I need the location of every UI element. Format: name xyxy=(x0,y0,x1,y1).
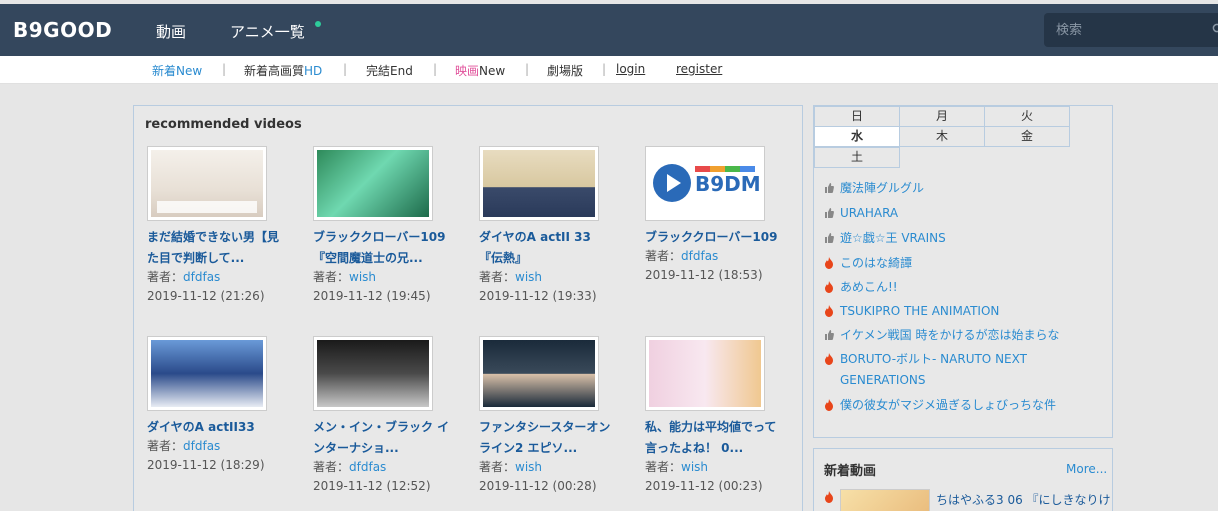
subnav-movie-new[interactable]: 映画New xyxy=(455,62,505,79)
anime-title[interactable]: このはな綺譚 xyxy=(840,253,1090,274)
video-thumbnail[interactable] xyxy=(479,146,599,221)
video-date: 2019-11-12 (00:23) xyxy=(645,479,763,493)
video-title[interactable]: まだ結婚できない男【見た目で判断して... xyxy=(147,227,287,269)
video-date: 2019-11-12 (21:26) xyxy=(147,289,265,303)
recommended-videos-panel: recommended videos まだ結婚できない男【見た目で判断して...… xyxy=(133,105,803,511)
day-tab-sat[interactable]: 土 xyxy=(814,147,900,168)
video-author: 著者：dfdfas xyxy=(147,439,221,453)
search-input[interactable] xyxy=(1044,13,1218,47)
subnav-theatrical[interactable]: 劇場版 xyxy=(547,62,583,79)
new-video-title[interactable]: ちはやふる3 06 『にしきなりけ xyxy=(936,491,1111,508)
thumb-icon xyxy=(825,183,834,193)
fire-icon xyxy=(825,281,833,293)
video-title[interactable]: ダイヤのA actII 33 『伝熱』 xyxy=(479,227,619,269)
anime-list-item[interactable]: イケメン戦国 時をかけるが恋は始まらな xyxy=(824,325,1090,346)
anime-title[interactable]: 遊☆戯☆王 VRAINS xyxy=(840,228,1090,249)
search-icon[interactable] xyxy=(1212,23,1218,35)
anime-list-item[interactable]: 遊☆戯☆王 VRAINS xyxy=(824,228,1090,249)
thumb-icon xyxy=(825,208,834,218)
thumb-icon xyxy=(825,233,834,243)
video-author: 著者：dfdfas xyxy=(147,270,221,284)
video-author: 著者：wish xyxy=(645,460,709,474)
anime-list-item[interactable]: あめこん!! xyxy=(824,277,1090,298)
anime-title[interactable]: URAHARA xyxy=(840,203,1090,224)
anime-title[interactable]: 魔法陣グルグル xyxy=(840,178,1090,199)
anime-list-item[interactable]: このはな綺譚 xyxy=(824,253,1090,274)
video-date: 2019-11-12 (18:53) xyxy=(645,268,763,282)
video-thumbnail[interactable] xyxy=(479,336,599,411)
video-thumbnail[interactable] xyxy=(147,336,267,411)
separator: | xyxy=(433,62,438,76)
video-date: 2019-11-12 (12:52) xyxy=(313,479,431,493)
new-videos-title: 新着動画 xyxy=(824,464,877,479)
site-logo[interactable]: B9GOOD xyxy=(13,18,112,42)
video-title[interactable]: ファンタシースターオンライン2 エピソ... xyxy=(479,417,619,459)
anime-list-item[interactable]: TSUKIPRO THE ANIMATION xyxy=(824,301,1090,322)
top-header: B9GOOD 動画 アニメ一覧 xyxy=(0,4,1218,56)
video-author: 著者：dfdfas xyxy=(645,249,719,263)
register-link[interactable]: register xyxy=(676,62,722,76)
video-title[interactable]: メン・イン・ブラック インターナショ... xyxy=(313,417,453,459)
sub-navigation: 新着New | 新着高画質HD | 完結End | 映画New | 劇場版 | … xyxy=(0,56,1218,84)
weekly-schedule-panel: 日 月 火 水 木 金 土 魔法陣グルグル URAHARA 遊☆戯☆王 VRAINS… xyxy=(813,105,1113,438)
video-title[interactable]: ブラッククローバー109『空間魔道士の兄... xyxy=(313,227,453,269)
video-thumbnail[interactable] xyxy=(313,336,433,411)
anime-title[interactable]: イケメン戦国 時をかけるが恋は始まらな xyxy=(840,325,1090,346)
video-thumbnail[interactable] xyxy=(645,336,765,411)
anime-list-item[interactable]: 魔法陣グルグル xyxy=(824,178,1090,199)
subnav-new-hd[interactable]: 新着高画質HD xyxy=(244,62,322,79)
nav-videos[interactable]: 動画 xyxy=(156,21,186,42)
separator: | xyxy=(602,62,607,76)
anime-title[interactable]: TSUKIPRO THE ANIMATION xyxy=(840,301,1090,322)
anime-title[interactable]: BORUTO-ボルト- NARUTO NEXT GENERATIONS xyxy=(840,349,1090,391)
fire-icon xyxy=(825,305,833,317)
separator: | xyxy=(222,62,227,76)
day-tab-wed[interactable]: 水 xyxy=(814,126,900,147)
video-date: 2019-11-12 (18:29) xyxy=(147,458,265,472)
more-link[interactable]: More... xyxy=(1066,462,1107,476)
video-date: 2019-11-12 (00:28) xyxy=(479,479,597,493)
day-tab-fri[interactable]: 金 xyxy=(984,126,1070,147)
anime-title[interactable]: あめこん!! xyxy=(840,277,1090,298)
anime-list-item[interactable]: 僕の彼女がマジメ過ぎるしょびっちな件 xyxy=(824,395,1090,416)
video-title[interactable]: ダイヤのA actII33 xyxy=(147,417,287,438)
video-thumbnail[interactable]: B9DM xyxy=(645,146,765,221)
day-tab-thu[interactable]: 木 xyxy=(899,126,985,147)
separator: | xyxy=(343,62,348,76)
video-author: 著者：wish xyxy=(313,270,377,284)
fire-icon xyxy=(825,491,833,503)
video-title[interactable]: 私、能力は平均値でって言ったよね！ 0... xyxy=(645,417,785,459)
anime-list-item[interactable]: URAHARA xyxy=(824,203,1090,224)
video-date: 2019-11-12 (19:33) xyxy=(479,289,597,303)
fire-icon xyxy=(825,257,833,269)
video-thumbnail[interactable] xyxy=(147,146,267,221)
section-title: recommended videos xyxy=(145,117,302,132)
new-videos-panel: 新着動画 More... ちはやふる3 06 『にしきなりけ xyxy=(813,448,1113,511)
login-link[interactable]: login xyxy=(616,62,645,76)
subnav-new[interactable]: 新着New xyxy=(152,62,202,79)
day-tab-tue[interactable]: 火 xyxy=(984,106,1070,127)
video-thumbnail[interactable] xyxy=(313,146,433,221)
day-tab-sun[interactable]: 日 xyxy=(814,106,900,127)
video-author: 著者：dfdfas xyxy=(313,460,387,474)
video-author: 著者：wish xyxy=(479,460,543,474)
new-indicator-dot xyxy=(315,21,321,27)
new-video-thumbnail[interactable] xyxy=(840,489,930,511)
video-date: 2019-11-12 (19:45) xyxy=(313,289,431,303)
video-title[interactable]: ブラッククローバー109 xyxy=(645,227,785,248)
thumb-icon xyxy=(825,330,834,340)
fire-icon xyxy=(825,353,833,365)
subnav-end[interactable]: 完結End xyxy=(366,62,413,79)
video-author: 著者：wish xyxy=(479,270,543,284)
anime-title[interactable]: 僕の彼女がマジメ過ぎるしょびっちな件 xyxy=(840,395,1090,416)
nav-anime-list[interactable]: アニメ一覧 xyxy=(230,21,305,42)
search-box xyxy=(1044,13,1218,47)
fire-icon xyxy=(825,399,833,411)
anime-list-item[interactable]: BORUTO-ボルト- NARUTO NEXT GENERATIONS xyxy=(824,349,1090,391)
b9dm-logo: B9DM xyxy=(695,172,761,196)
day-tab-mon[interactable]: 月 xyxy=(899,106,985,127)
separator: | xyxy=(525,62,530,76)
